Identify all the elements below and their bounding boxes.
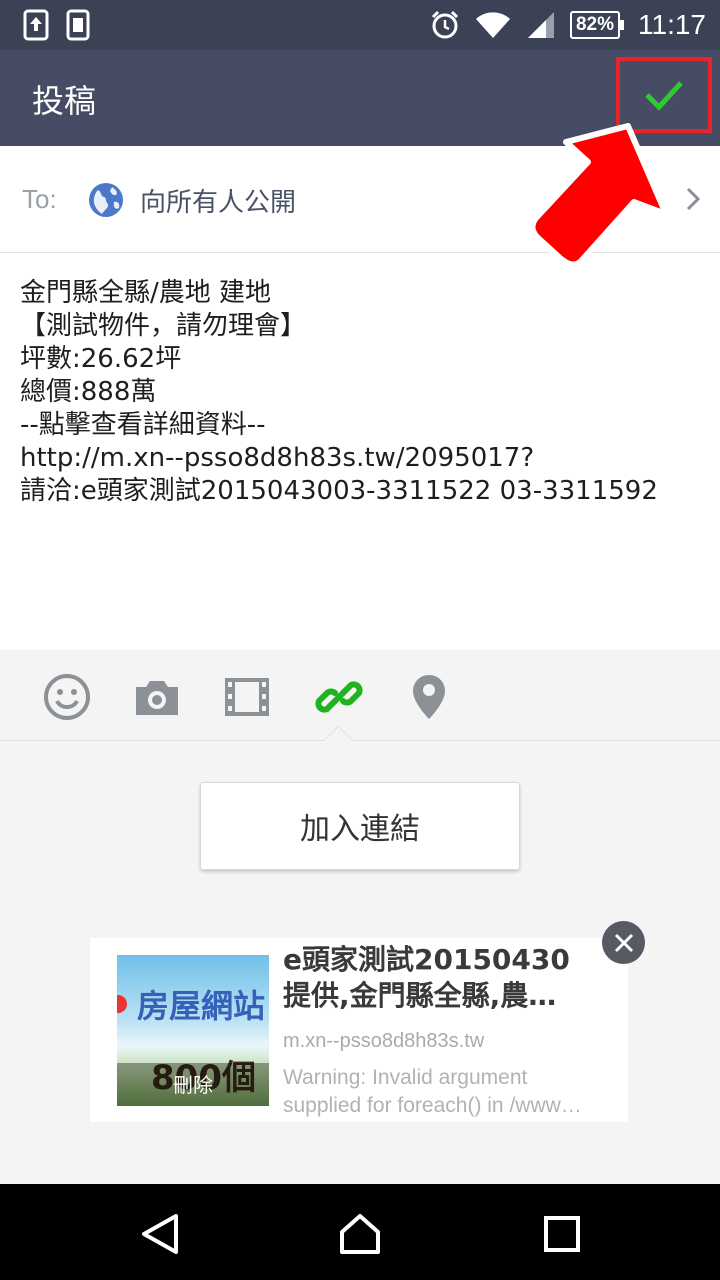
location-button[interactable] (404, 674, 454, 720)
home-icon[interactable] (338, 1212, 382, 1256)
clock: 11:17 (638, 9, 706, 40)
annotation-arrow-icon (529, 123, 669, 268)
link-button[interactable] (314, 674, 364, 720)
link-preview-thumbnail: 房屋網站 800個 刪除 (117, 955, 269, 1106)
emoji-icon (44, 674, 90, 720)
recipient-value: 向所有人公開 (140, 188, 297, 218)
post-line: 坪數:26.62坪 (20, 344, 182, 374)
link-preview-title: e頭家測試20150430 提供,金門縣全縣,農… (283, 942, 583, 1014)
thumbnail-text-top: 房屋網站 (137, 987, 266, 1025)
sim-notification-icon (66, 9, 90, 41)
delete-thumbnail-button[interactable]: 刪除 (117, 1069, 269, 1098)
status-bar: 82% 11:17 (0, 0, 720, 50)
link-preview-card[interactable]: 房屋網站 800個 刪除 e頭家測試20150430 提供,金門縣全縣,農… m… (90, 938, 628, 1122)
link-preview-desc-line: supplied for foreach() in /www… (283, 1094, 582, 1117)
remove-preview-button[interactable] (602, 921, 645, 964)
battery-icon: 82% (569, 11, 625, 39)
link-preview-title-line: e頭家測試20150430 (283, 943, 570, 976)
video-button[interactable] (222, 674, 272, 720)
link-preview-domain: m.xn--psso8d8h83s.tw (283, 1030, 485, 1052)
close-icon (614, 933, 633, 952)
link-icon (315, 681, 363, 713)
post-line: 請洽:e頭家測試2015043003-3311522 03-3311592 (20, 476, 658, 506)
signal-icon (527, 12, 554, 38)
back-icon[interactable] (138, 1212, 182, 1256)
video-icon (225, 678, 269, 716)
camera-button[interactable] (132, 674, 182, 720)
wifi-icon (475, 12, 510, 38)
post-line: http://m.xn--psso8d8h83s.tw/2095017? (20, 443, 535, 473)
thumbnail-dot (117, 995, 127, 1013)
post-editor[interactable]: 金門縣全縣/農地 建地 【測試物件，請勿理會】 坪數:26.62坪 總價:888… (0, 253, 720, 650)
checkmark-icon (645, 81, 683, 111)
page-title: 投稿 (32, 82, 97, 120)
chevron-right-icon (686, 187, 701, 211)
post-line: 總價:888萬 (20, 377, 157, 407)
battery-level: 82% (575, 14, 614, 35)
recents-icon[interactable] (540, 1212, 584, 1256)
attachment-toolbar (0, 650, 720, 741)
link-preview-title-line: 提供,金門縣全縣,農… (283, 979, 557, 1012)
post-line: 金門縣全縣/農地 建地 (20, 278, 272, 308)
recipient-label: To: (22, 184, 57, 214)
upload-notification-icon (23, 9, 49, 41)
link-preview-desc-line: Warning: Invalid argument (283, 1066, 528, 1089)
alarm-icon (431, 10, 459, 39)
link-preview-description: Warning: Invalid argument supplied for f… (283, 1064, 582, 1120)
post-line: 【測試物件，請勿理會】 (20, 311, 307, 341)
location-icon (413, 675, 445, 719)
globe-icon (89, 183, 123, 217)
camera-icon (136, 681, 178, 715)
post-text: 金門縣全縣/農地 建地 【測試物件，請勿理會】 坪數:26.62坪 總價:888… (20, 277, 658, 508)
emoji-button[interactable] (42, 674, 92, 720)
post-line: --點擊查看詳細資料-- (20, 410, 266, 440)
navigation-bar (0, 1184, 720, 1280)
add-link-button[interactable]: 加入連結 (200, 782, 520, 870)
